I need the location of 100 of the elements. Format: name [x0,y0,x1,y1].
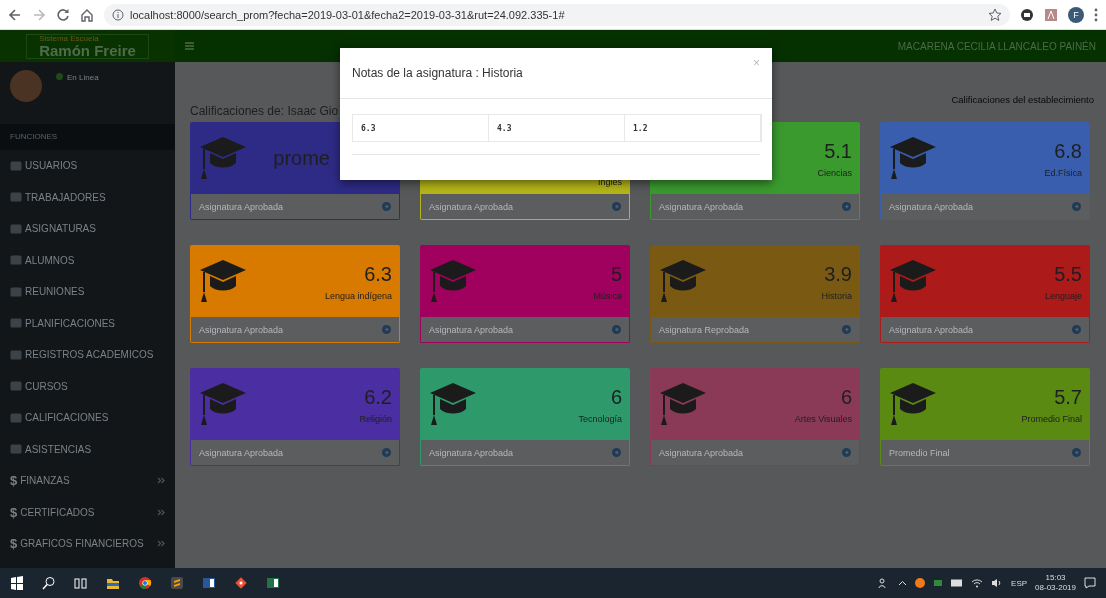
breadcrumb[interactable]: Calificaciones del establecimiento [951,94,1094,105]
status-text: Asignatura Aprobada [659,447,744,458]
card-footer[interactable]: Asignatura Aprobada [650,194,860,220]
graduation-cap-icon [658,258,708,304]
subject-name: Artes Visuales [794,413,852,424]
status-text: Asignatura Aprobada [199,201,284,212]
menu-icon [10,412,22,423]
graduation-cap-icon [428,258,478,304]
menu-icon [10,381,22,392]
subject-name: Promedio Final [1021,413,1082,424]
home-icon[interactable] [80,7,94,22]
sublime-icon[interactable] [170,576,184,590]
sidebar-item[interactable]: ALUMNOS [0,244,175,276]
graduation-cap-icon [198,258,248,304]
info-icon [112,8,124,21]
extension-icon[interactable] [1020,7,1034,22]
sidebar-item[interactable]: TRABAJADORES [0,181,175,213]
sidebar-item[interactable]: USUARIOS [0,150,175,182]
grade-value: 6.8 [1054,138,1082,163]
status-text: Asignatura Aprobada [429,447,514,458]
arrow-circle-icon [382,325,391,334]
arrow-circle-icon [382,448,391,457]
folder-icon[interactable] [106,576,120,590]
card-footer[interactable]: Asignatura Aprobada [190,194,400,220]
subject-name: Tecnología [578,413,622,424]
card-footer[interactable]: Asignatura Aprobada [420,440,630,466]
sidebar-item[interactable]: PLANIFICACIONES [0,307,175,339]
sidebar-label: GRAFICOS FINANCIEROS [20,538,144,550]
sidebar-item[interactable]: CALIFICACIONES [0,402,175,434]
tray-app-icon[interactable] [915,578,926,588]
notification-icon[interactable] [1084,577,1096,589]
sidebar-label: ASISTENCIAS [25,443,92,455]
grade-value: 5 [610,261,622,286]
more-icon[interactable] [1094,7,1098,22]
menu-icon [10,318,22,329]
tray-app-icon[interactable] [933,578,944,588]
status-text: Asignatura Reprobada [659,324,750,335]
chevron-up-icon[interactable] [898,580,908,586]
menu-icon [10,192,22,203]
subject-name: Historia [821,290,852,301]
word-icon[interactable] [202,576,216,590]
grade-cell: 1.2 [625,115,761,141]
modal-title: Notas de la asignatura : Historia [352,66,523,80]
language-indicator[interactable]: ESP [1011,578,1028,588]
sidebar-item[interactable]: ASISTENCIAS [0,433,175,465]
chrome-icon[interactable] [138,576,152,590]
windows-icon[interactable] [10,576,24,590]
sidebar-label: PLANIFICACIONES [25,317,116,329]
star-icon[interactable] [988,7,1002,22]
subject-name: Música [593,290,622,301]
sidebar-item[interactable]: REGISTROS ACADEMICOS [0,339,175,371]
sidebar-label: ALUMNOS [25,254,75,266]
sidebar-item[interactable]: $ CERTIFICADOS [0,496,175,528]
graduation-cap-icon [198,135,248,181]
wifi-icon[interactable] [971,578,984,588]
card-footer[interactable]: Promedio Final [880,440,1090,466]
status-text: Asignatura Aprobada [659,201,744,212]
sidebar-item[interactable]: $ FINANZAS [0,465,175,497]
subject-name: Ed.Física [1044,167,1082,178]
user-avatar [10,70,42,102]
menu-icon [10,349,22,360]
section-header: FUNCIONES [0,124,175,150]
menu-icon [10,286,22,297]
battery-icon[interactable] [951,579,964,587]
card-footer[interactable]: Asignatura Aprobada [880,194,1090,220]
graduation-cap-icon [888,258,938,304]
card-footer[interactable]: Asignatura Aprobada [420,317,630,343]
subject-name: Lenguaje [1044,290,1082,301]
arrow-circle-icon [1072,202,1081,211]
status-dot-icon [56,73,63,80]
card-footer[interactable]: Asignatura Aprobada [880,317,1090,343]
sidebar-item[interactable]: $ GRAFICOS FINANCIEROS [0,528,175,560]
grade-value: prome [273,146,330,170]
card-footer[interactable]: Asignatura Aprobada [190,440,400,466]
reload-icon[interactable] [56,7,70,22]
grade-value: 5.7 [1054,384,1082,409]
sidebar-item[interactable]: CURSOS [0,370,175,402]
card-footer[interactable]: Asignatura Aprobada [650,440,860,466]
arrow-circle-icon [612,448,621,457]
clock[interactable]: 15:03 08-03-2019 [1035,573,1076,593]
menu-icon [10,444,22,455]
brand-logo[interactable]: Sistema Escuela Ramón Freire [26,33,149,59]
dollar-icon: $ [10,504,18,520]
arrow-circle-icon [612,325,621,334]
search-icon[interactable] [42,576,56,590]
task-view-icon[interactable] [74,576,88,590]
profile-avatar[interactable]: F [1068,6,1084,23]
user-name[interactable]: MACARENA CECILIA LLANCALEO PAINÉN [897,40,1096,52]
sidebar-item[interactable]: REUNIONES [0,276,175,308]
card-footer[interactable]: Asignatura Aprobada [190,317,400,343]
sidebar-label: CURSOS [25,380,68,392]
card-footer[interactable]: Asignatura Reprobada [650,317,860,343]
excel-icon[interactable] [266,576,280,590]
double-chevron-icon [157,540,165,548]
address-bar[interactable]: localhost:8000/search_prom?fecha=2019-03-01&fecha2=2019-03-31&rut=24.092.335-1# [104,3,1010,26]
sidebar-item[interactable]: ASIGNATURAS [0,213,175,245]
graduation-cap-icon [888,135,938,181]
back-icon[interactable] [8,7,22,22]
card-footer[interactable]: Asignatura Aprobada [420,194,630,220]
arrow-circle-icon [842,325,851,334]
